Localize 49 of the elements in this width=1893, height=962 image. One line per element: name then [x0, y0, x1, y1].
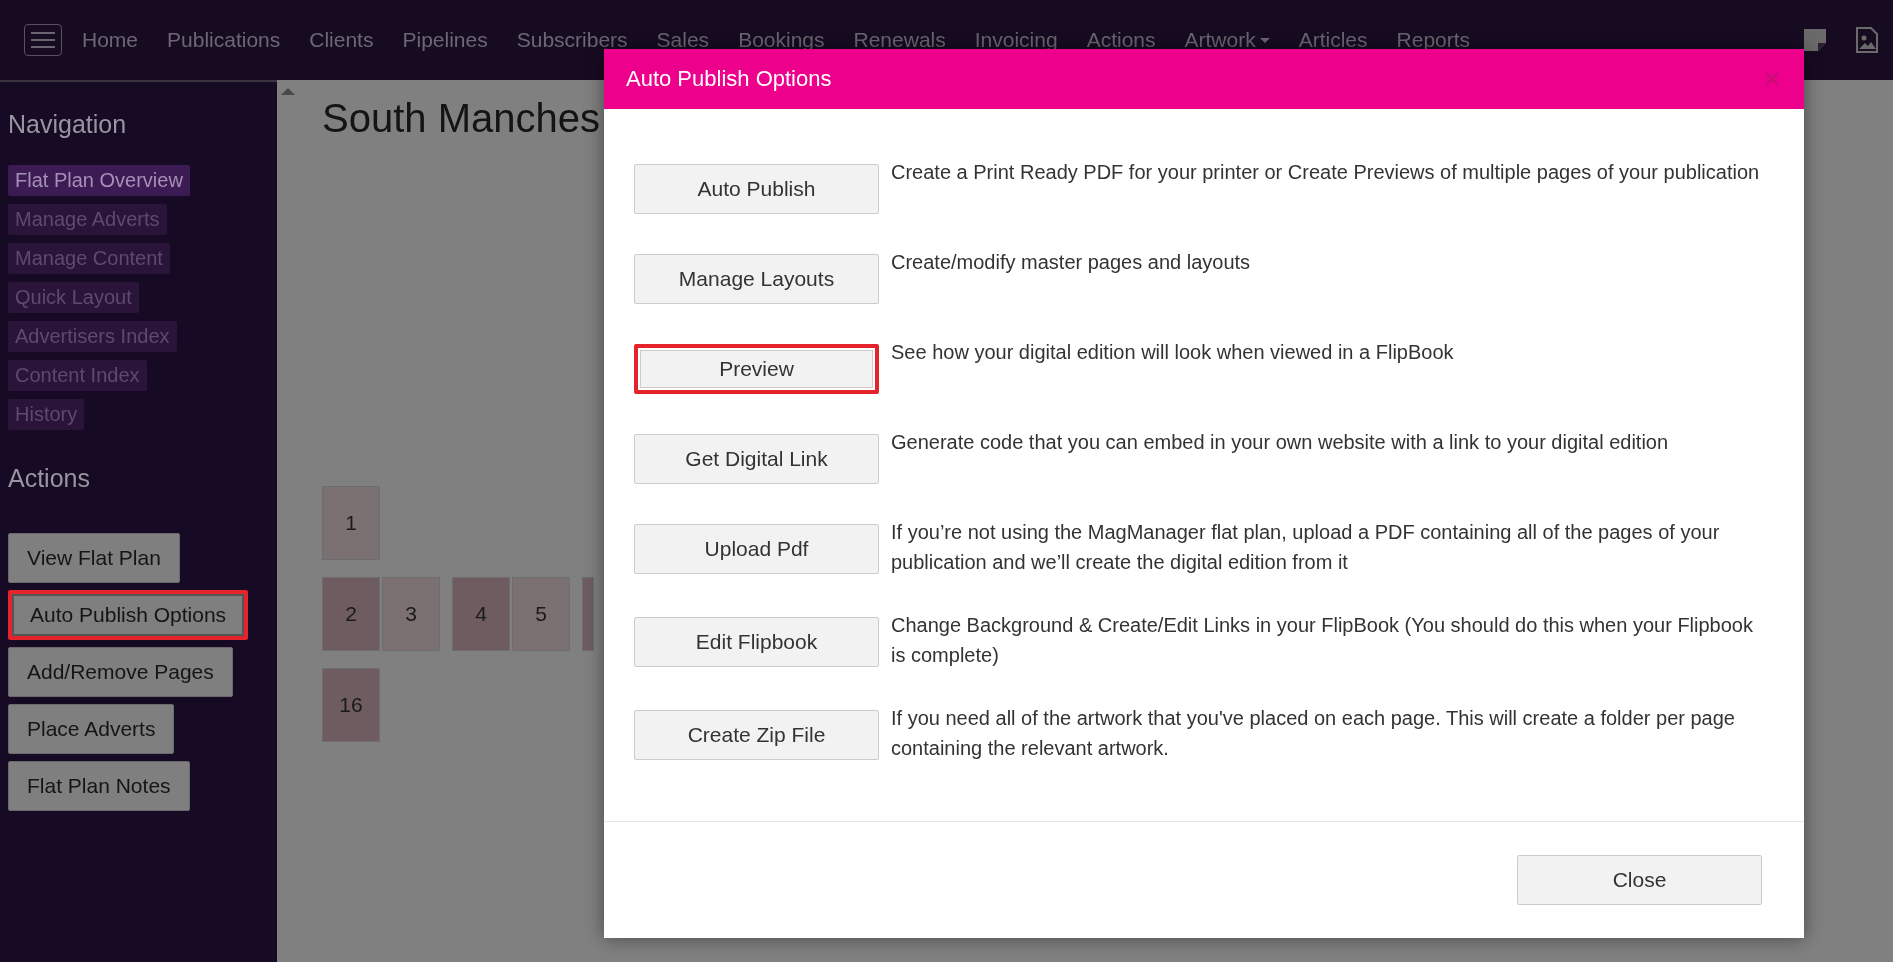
- section-heading: Navigation: [8, 110, 128, 139]
- option-button[interactable]: Preview: [634, 344, 879, 394]
- option-description: Change Background & Create/Edit Links in your FlipBook (You should do this when your Flipbook is complete): [891, 613, 1754, 668]
- page-thumbnail[interactable]: 5: [512, 577, 570, 651]
- option-description: Create a Print Ready PDF for your printer or Create Previews of multiple pages of your publication: [891, 160, 1760, 185]
- note-icon[interactable]: [1803, 28, 1827, 52]
- action-button[interactable]: View Flat Plan: [8, 533, 180, 583]
- page-thumbnail[interactable]: [582, 577, 594, 651]
- nav-link[interactable]: Clients: [309, 28, 374, 52]
- option-button[interactable]: Edit Flipbook: [634, 617, 879, 667]
- nav-link[interactable]: Pipelines: [402, 28, 488, 52]
- image-icon[interactable]: [1855, 27, 1879, 53]
- option-description: If you’re not using the MagManager flat plan, upload a PDF containing all of the pages of your publication and we’ll create the digital edition from it: [891, 520, 1721, 575]
- nav-link[interactable]: Home: [82, 28, 139, 52]
- action-button[interactable]: Add/Remove Pages: [8, 647, 233, 697]
- action-button[interactable]: Auto Publish Options: [8, 590, 249, 640]
- page-thumbnail[interactable]: 4: [452, 577, 510, 651]
- section-heading: Actions: [8, 464, 91, 493]
- option-button[interactable]: Manage Layouts: [634, 254, 879, 304]
- nav-link[interactable]: Bookings: [738, 28, 825, 52]
- page-thumbnail[interactable]: 2: [322, 577, 380, 651]
- page-thumbnail[interactable]: 16: [322, 668, 380, 742]
- close-button[interactable]: Close: [1517, 855, 1762, 905]
- option-description: See how your digital edition will look when viewed in a FlipBook: [891, 340, 1454, 365]
- option-description: Generate code that you can embed in your own website with a link to your digital edition: [891, 430, 1669, 455]
- nav-link[interactable]: Invoicing: [974, 28, 1058, 52]
- page-title: South Manches: [322, 95, 600, 142]
- action-button[interactable]: Place Adverts: [8, 704, 175, 754]
- page-thumbnail[interactable]: 1: [322, 486, 380, 560]
- modal-title: Auto Publish Options: [626, 66, 832, 92]
- option-button[interactable]: Auto Publish: [634, 164, 879, 214]
- nav-link[interactable]: Artwork: [1184, 28, 1270, 52]
- action-button[interactable]: Flat Plan Notes: [8, 761, 190, 811]
- option-button[interactable]: Create Zip File: [634, 710, 879, 760]
- nav-link[interactable]: Sales: [656, 28, 710, 52]
- nav-link[interactable]: Publications: [167, 28, 281, 52]
- option-description: Create/modify master pages and layouts: [891, 250, 1251, 275]
- nav-link[interactable]: Subscribers: [516, 28, 628, 52]
- nav-link[interactable]: Renewals: [853, 28, 946, 52]
- sidebar-link[interactable]: Flat Plan Overview: [8, 165, 190, 196]
- option-button[interactable]: Upload Pdf: [634, 524, 879, 574]
- option-button[interactable]: Get Digital Link: [634, 434, 879, 484]
- scroll-up-icon[interactable]: [281, 88, 295, 95]
- menu-icon[interactable]: [24, 24, 62, 56]
- nav-link[interactable]: Reports: [1396, 28, 1471, 52]
- nav-link[interactable]: Articles: [1298, 28, 1368, 52]
- page-thumbnail[interactable]: 3: [382, 577, 440, 651]
- nav-link[interactable]: Actions: [1086, 28, 1156, 52]
- option-description: If you need all of the artwork that you've placed on each page. This will create a folder per page containing the relevant artwork.: [891, 706, 1736, 761]
